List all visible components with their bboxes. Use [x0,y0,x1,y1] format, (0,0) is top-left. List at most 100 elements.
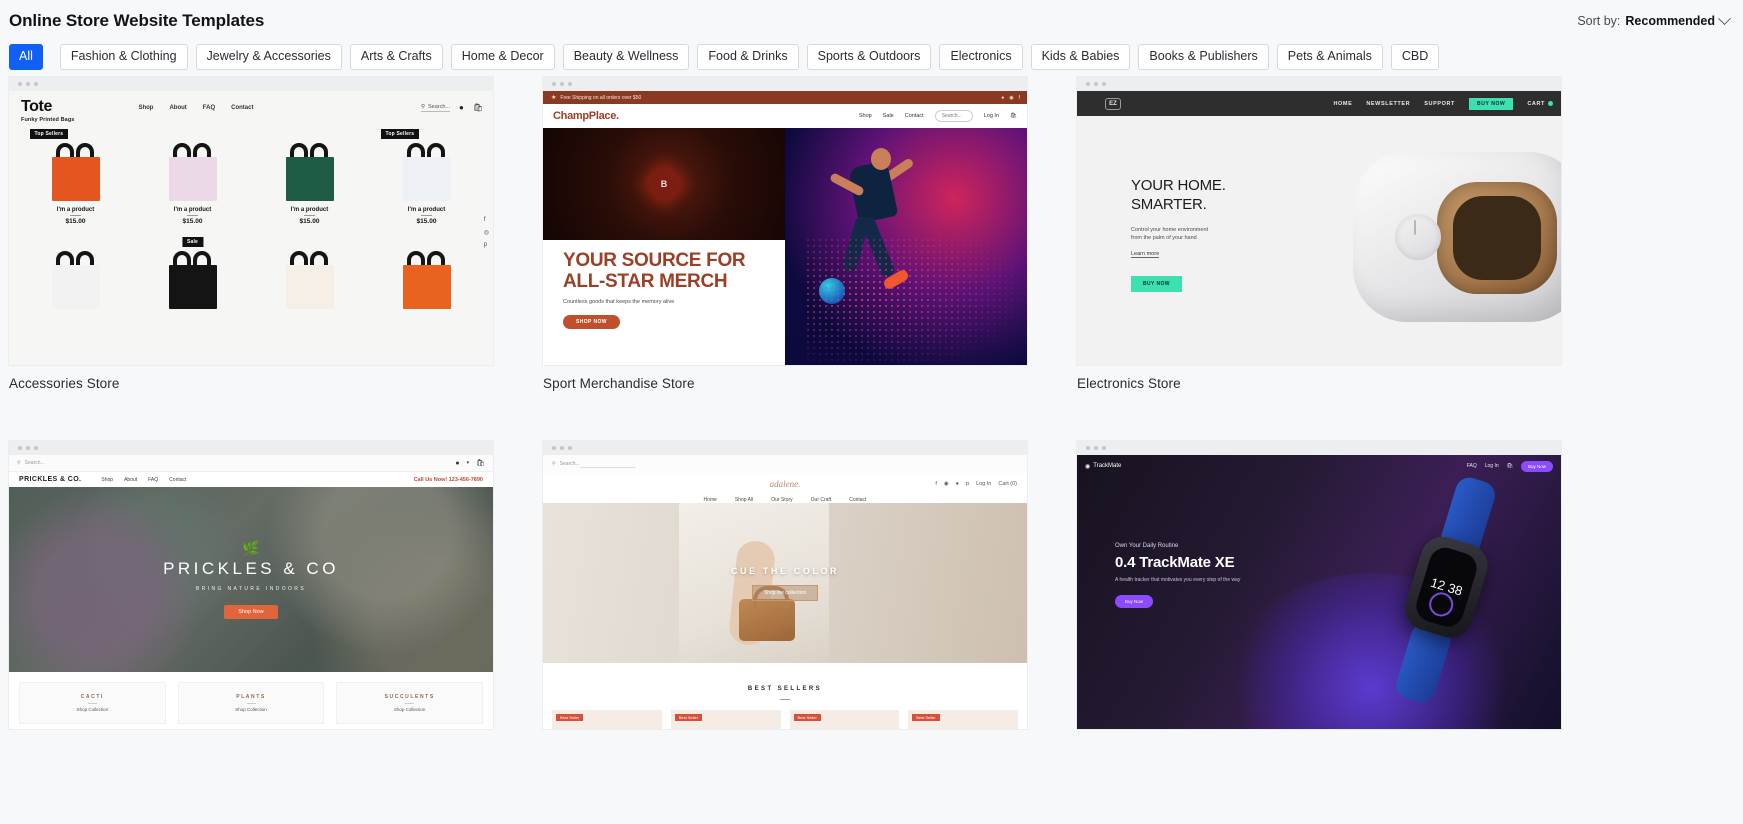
site-preview: ★ Free Shipping on all orders over $50 ●… [543,91,1027,365]
template-thumbnail[interactable]: Tote Funky Printed Bags Shop About FAQ C… [9,77,493,365]
filter-chip-home-decor[interactable]: Home & Decor [450,44,555,70]
template-card-electronics-store[interactable]: EZ HOME NEWSLETTER SUPPORT BUY NOW CART [1077,77,1561,391]
chrome-dot-icon [26,82,30,86]
product-image [399,251,455,309]
filter-chip-cbd[interactable]: CBD [1390,44,1440,70]
product-card: Top Sellers I'm a product $15.00 [28,129,124,225]
template-grid: Tote Funky Printed Bags Shop About FAQ C… [0,70,1743,740]
hero-section: 🌿 PRICKLES & CO BRING NATURE INDOORS Sho… [9,487,493,672]
hero-image [785,128,1027,365]
cart-link: Cart (0) [998,481,1017,487]
hero-copy: YOUR SOURCE FOR ALL-STAR MERCH Countless… [543,240,785,329]
page-header: Online Store Website Templates Sort by: … [0,0,1743,34]
site-nav-links: Shop About FAQ Contact [101,477,186,483]
search-placeholder: Search... [24,460,45,466]
twitter-icon: ● [955,481,959,487]
bag-body [402,157,451,201]
hero-headline-line2: SMARTER. [1131,196,1207,213]
search-icon: ⚲ [17,460,21,466]
chrome-dot-icon [552,446,556,450]
login-link: Log In [1484,463,1499,469]
filter-chip-all[interactable]: All [9,44,43,70]
best-sellers-heading: BEST SELLERS [543,663,1027,700]
login-link: Log In [983,113,1000,119]
instagram-icon: ◎ [483,230,489,236]
badge-top-sellers: Top Sellers [380,129,420,139]
login-link: Log In [976,481,992,487]
site-navbar: PRICKLES & CO. Shop About FAQ Contact Ca… [9,472,493,487]
instagram-icon: ◉ [1009,94,1014,101]
chrome-dot-icon [568,82,572,86]
category-link: Shop Collection [235,707,267,712]
product-card [28,239,124,309]
template-card-adalene[interactable]: ⚲ Search... adalene. f ◉ ● p Log In Cart… [543,441,1027,740]
shop-collection-button: Shop the collection [751,584,819,601]
search-placeholder: Search... [559,461,580,467]
filter-chip-beauty-wellness[interactable]: Beauty & Wellness [562,44,690,70]
filter-chip-food-drinks[interactable]: Food & Drinks [697,44,799,70]
bag-body [51,157,100,201]
template-thumbnail[interactable]: ★ Free Shipping on all orders over $50 ●… [543,77,1027,365]
search-icon: ⚲ [420,104,425,110]
hero-section: CUE THE COLOR Shop the collection [543,503,1027,663]
filter-chip-sports-outdoors[interactable]: Sports & Outdoors [806,44,932,70]
site-utility-bar: ⚲ Search... ● ▾ 🛍 [9,455,493,472]
template-card-prickles-and-co[interactable]: ⚲ Search... ● ▾ 🛍 PRICKLES & CO. Shop Ab… [9,441,493,740]
site-preview: ⚲ Search... adalene. f ◉ ● p Log In Cart… [543,455,1027,729]
badge-top-sellers: Top Sellers [29,129,69,139]
chrome-dot-icon [1102,82,1106,86]
product-image [48,251,104,309]
template-card-trackmate[interactable]: ◉ TrackMate FAQ Log In 🛍 Buy Now Own You… [1077,441,1561,740]
category-filter-bar: All Fashion & Clothing Jewelry & Accesso… [0,34,1743,70]
brand-label: TrackMate [1093,463,1122,469]
search-box: ⚲ Search... [552,461,580,467]
template-thumbnail[interactable]: EZ HOME NEWSLETTER SUPPORT BUY NOW CART [1077,77,1561,365]
filter-chip-electronics[interactable]: Electronics [939,44,1023,70]
product-image [399,143,455,201]
template-thumbnail[interactable]: ◉ TrackMate FAQ Log In 🛍 Buy Now Own You… [1077,441,1561,729]
product-card: Top Sellers I'm a product $15.00 [379,129,475,225]
facebook-icon: f [483,217,486,223]
category-row: CACTI Shop Collection PLANTS Shop Collec… [9,672,493,724]
template-thumbnail[interactable]: ⚲ Search... ● ▾ 🛍 PRICKLES & CO. Shop Ab… [9,441,493,729]
filter-chip-kids-babies[interactable]: Kids & Babies [1030,44,1131,70]
nav-link-faq: FAQ [202,105,216,111]
product-row: Best Seller Best Seller Best Seller Best… [543,700,1027,729]
filter-chip-fashion-clothing[interactable]: Fashion & Clothing [59,44,188,70]
template-card-sport-merchandise-store[interactable]: ★ Free Shipping on all orders over $50 ●… [543,77,1027,391]
hero-headline: 0.4 TrackMate XE [1115,554,1235,571]
sort-by-dropdown[interactable]: Sort by: Recommended [1577,11,1731,28]
filter-chip-books-publishers[interactable]: Books & Publishers [1138,44,1269,70]
product-price: $15.00 [65,218,86,225]
template-gallery-page: Online Store Website Templates Sort by: … [0,0,1743,824]
nav-link-faq: FAQ [148,476,159,483]
hero-kicker: Own Your Daily Routine [1115,543,1179,549]
badge-sale: Sale [181,237,204,247]
template-card-accessories-store[interactable]: Tote Funky Printed Bags Shop About FAQ C… [9,77,493,391]
search-box: ⚲ Search... [420,104,450,112]
product-name: I'm a product [290,207,329,213]
nav-link-shop: Shop [858,113,872,119]
hero-headline: PRICKLES & CO [163,558,339,578]
site-tagline: Funky Printed Bags [21,117,75,123]
nav-link-shop: Shop [101,476,114,483]
filter-chip-pets-animals[interactable]: Pets & Animals [1276,44,1383,70]
chrome-dot-icon [34,82,38,86]
divider [304,215,315,216]
filter-chip-arts-crafts[interactable]: Arts & Crafts [349,44,443,70]
hero-subline: BRING NATURE INDOORS [195,585,307,592]
filter-chip-jewelry-accessories[interactable]: Jewelry & Accessories [195,44,342,70]
product-card [262,239,358,309]
cart-icon: 🛍 [472,103,483,112]
account-icon: ● [459,103,464,112]
product-row: Sale [9,237,493,309]
nav-link-contact: Contact [904,113,924,119]
nav-link-newsletter: NEWSLETTER [1366,100,1411,107]
template-title: Accessories Store [9,376,120,391]
buy-now-cta: Buy Now [1115,595,1154,608]
site-utility-bar: ⚲ Search... [543,455,1027,473]
site-nav-links: FAQ Log In 🛍 Buy Now [1467,460,1553,472]
template-thumbnail[interactable]: ⚲ Search... adalene. f ◉ ● p Log In Cart… [543,441,1027,729]
shop-now-button: SHOP NOW [563,315,620,329]
site-brand: adalene. [769,479,801,489]
